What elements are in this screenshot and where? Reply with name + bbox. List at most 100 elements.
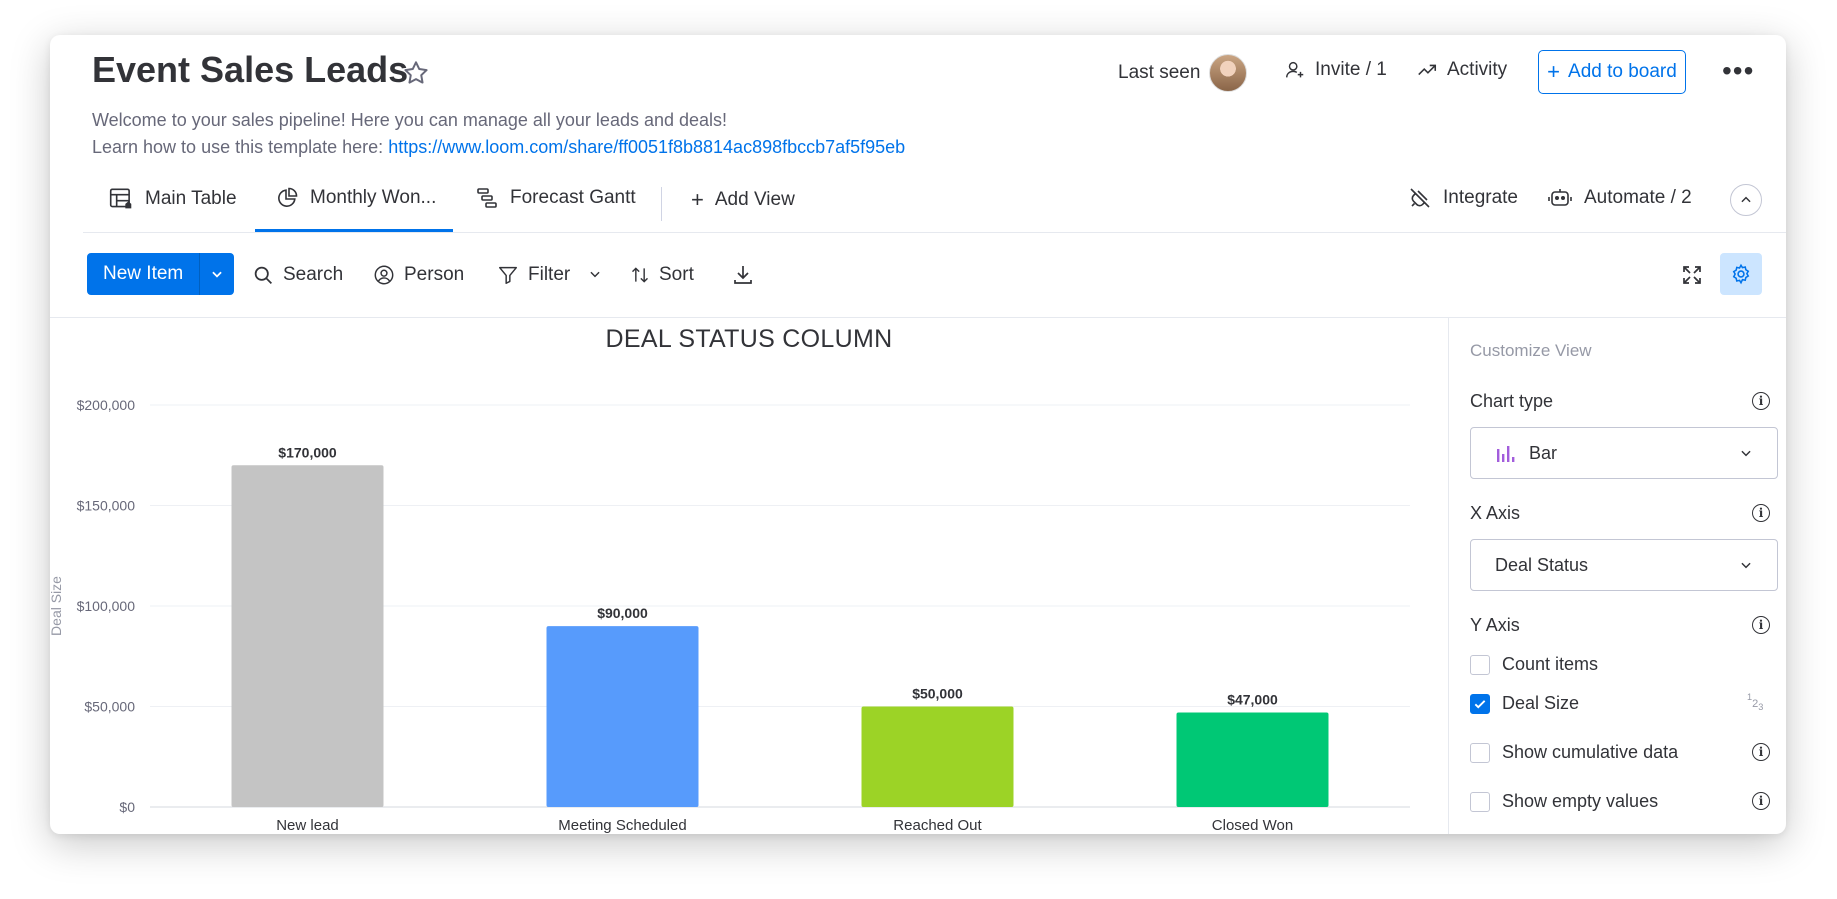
count-items-checkbox[interactable]	[1470, 654, 1490, 675]
add-to-board-button[interactable]: + Add to board	[1538, 50, 1686, 94]
y-tick-label: $100,000	[77, 598, 136, 614]
table-icon	[109, 188, 132, 209]
chevron-down-icon	[1741, 450, 1751, 457]
sort-arrows-icon	[631, 267, 649, 283]
x-tick-label: Reached Out	[893, 817, 982, 834]
invite-button[interactable]: Invite / 1	[1284, 59, 1387, 81]
tab-label: Monthly Won...	[310, 187, 437, 208]
y-axis-label: Y Axis	[1470, 615, 1520, 635]
y-axis-title: Deal Size	[50, 576, 64, 636]
chart-type-select[interactable]: Bar	[1470, 427, 1778, 479]
new-item-button-group: New Item	[87, 253, 235, 295]
bar	[231, 465, 384, 807]
info-icon[interactable]: i	[1752, 792, 1770, 810]
board-card: Event Sales Leads Welcome to your sales …	[50, 35, 1786, 834]
settings-button[interactable]	[1720, 253, 1762, 295]
tab-divider	[661, 187, 662, 221]
new-item-dropdown[interactable]	[199, 253, 235, 295]
search-label: Search	[283, 264, 344, 285]
y-tick-label: $150,000	[77, 498, 136, 514]
checkmark-icon	[1474, 699, 1486, 709]
y-tick-label: $200,000	[77, 397, 136, 413]
chevron-down-icon	[212, 271, 222, 278]
info-icon[interactable]: i	[1752, 504, 1770, 522]
tabs-divider	[83, 232, 1786, 233]
last-seen-label: Last seen	[1118, 62, 1201, 83]
x-axis-label: X Axis	[1470, 503, 1521, 523]
chevron-down-icon	[1741, 562, 1751, 569]
person-label: Person	[404, 264, 465, 285]
option-count-items[interactable]: Count items	[1470, 654, 1598, 675]
activity-trend-icon	[1418, 64, 1437, 76]
chart-type-value: Bar	[1529, 442, 1558, 463]
collapse-header-button[interactable]	[1730, 184, 1762, 216]
bar-chart: $0 $50,000 $100,000 $150,000 $200,000 Deal Si…	[50, 397, 1410, 834]
chevron-down-icon	[590, 271, 600, 278]
tab-monthly-won[interactable]: Monthly Won...	[275, 186, 436, 210]
bar-chart-icon	[1497, 446, 1515, 462]
plus-icon: +	[1547, 59, 1561, 84]
integrate-label: Integrate	[1443, 187, 1518, 208]
filter-funnel-icon	[499, 266, 517, 284]
empty-values-checkbox[interactable]	[1470, 791, 1490, 812]
automate-button[interactable]: Automate / 2	[1547, 186, 1692, 210]
bar-value-label: $47,000	[1227, 692, 1278, 708]
option-label: Show empty values	[1502, 791, 1659, 811]
deal-size-checkbox[interactable]	[1470, 693, 1490, 714]
more-options-icon[interactable]: •••	[1722, 57, 1754, 85]
person-filter-button[interactable]: Person	[373, 264, 464, 286]
filter-button[interactable]: Filter	[497, 264, 570, 286]
search-button[interactable]: Search	[253, 264, 343, 286]
add-to-board-label: Add to board	[1568, 61, 1677, 82]
info-icon[interactable]: i	[1752, 392, 1770, 410]
option-label: Count items	[1502, 654, 1599, 674]
bar	[861, 706, 1014, 807]
x-axis-select[interactable]: Deal Status	[1470, 539, 1778, 591]
person-icon	[374, 265, 394, 285]
search-icon	[254, 266, 272, 284]
info-icon[interactable]: i	[1752, 616, 1770, 634]
add-view-label: Add View	[714, 189, 795, 210]
tutorial-link[interactable]: https://www.loom.com/share/ff0051f8b8814…	[388, 137, 905, 157]
bar-value-label: $170,000	[278, 444, 337, 460]
export-download-button[interactable]	[731, 263, 755, 292]
avatar	[1209, 54, 1248, 92]
invite-label: Invite / 1	[1315, 59, 1387, 80]
info-icon[interactable]: i	[1752, 743, 1770, 761]
automate-robot-icon	[1548, 189, 1572, 206]
last-seen[interactable]: Last seen	[1118, 54, 1248, 92]
tab-main-table[interactable]: Main Table	[108, 186, 237, 212]
bar	[546, 626, 699, 807]
plus-icon: +	[691, 187, 704, 212]
x-tick-label: Meeting Scheduled	[558, 817, 686, 834]
fullscreen-button[interactable]	[1680, 263, 1704, 292]
activity-label: Activity	[1447, 59, 1508, 80]
integrate-button[interactable]: Integrate	[1408, 186, 1518, 210]
chevron-up-icon	[1741, 196, 1751, 203]
new-item-button[interactable]: New Item	[87, 253, 200, 295]
description-line-2: Learn how to use this template here: htt…	[92, 134, 905, 161]
pie-chart-icon	[278, 187, 298, 207]
option-label: Show cumulative data	[1502, 742, 1679, 762]
sort-button[interactable]: Sort	[630, 264, 694, 286]
option-empty-values[interactable]: Show empty values	[1470, 791, 1658, 812]
option-cumulative-data[interactable]: Show cumulative data	[1470, 742, 1678, 763]
y-tick-label: $50,000	[84, 699, 135, 715]
chart-type-label: Chart type	[1470, 391, 1554, 411]
description-line-1: Welcome to your sales pipeline! Here you…	[92, 110, 728, 130]
cumulative-checkbox[interactable]	[1470, 742, 1490, 763]
filter-dropdown[interactable]	[588, 267, 602, 286]
description-prefix: Learn how to use this template here:	[92, 137, 389, 157]
x-tick-label: Closed Won	[1212, 817, 1293, 834]
tab-forecast-gantt[interactable]: Forecast Gantt	[475, 186, 636, 210]
option-deal-size[interactable]: Deal Size	[1470, 693, 1579, 714]
panel-divider	[1448, 317, 1449, 834]
activity-button[interactable]: Activity	[1416, 59, 1507, 81]
bar	[1176, 712, 1329, 807]
automate-label: Automate / 2	[1584, 187, 1692, 208]
board-title[interactable]: Event Sales Leads	[92, 49, 408, 91]
favorite-star-icon[interactable]	[402, 59, 430, 92]
gantt-icon	[477, 188, 497, 208]
customize-view-heading: Customize View	[1470, 341, 1592, 360]
add-view-button[interactable]: + Add View	[691, 187, 795, 213]
